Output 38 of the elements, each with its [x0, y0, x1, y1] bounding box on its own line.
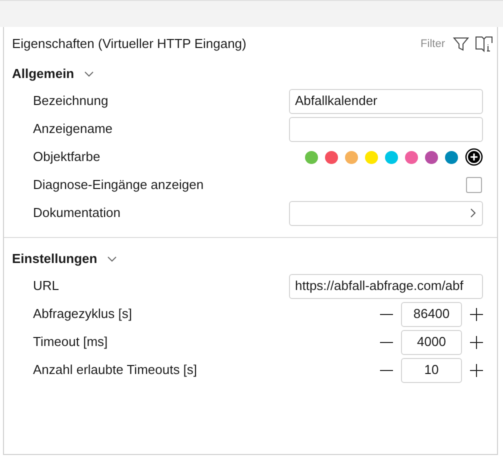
- color-swatch[interactable]: [385, 150, 398, 164]
- checkbox[interactable]: [466, 177, 482, 193]
- number-field[interactable]: 10: [401, 358, 462, 382]
- property-label: Timeout [ms]: [33, 333, 109, 352]
- filter-icon[interactable]: [453, 36, 469, 52]
- text-field[interactable]: Abfallkalender: [289, 88, 483, 114]
- color-swatch[interactable]: [305, 150, 318, 164]
- text-field[interactable]: [289, 116, 483, 142]
- color-swatch[interactable]: [445, 150, 458, 164]
- property-label: URL: [33, 277, 60, 296]
- property-label: Dokumentation: [33, 204, 122, 222]
- color-swatch[interactable]: [325, 150, 338, 164]
- number-field[interactable]: 86400: [401, 302, 462, 326]
- book-info-icon[interactable]: [475, 35, 493, 53]
- chevron-right-icon: [469, 208, 477, 218]
- property-label: Diagnose-Eingänge anzeigen: [33, 176, 205, 194]
- color-swatch[interactable]: [365, 150, 378, 164]
- number-field[interactable]: 4000: [401, 330, 462, 354]
- plus-icon[interactable]: [470, 364, 483, 376]
- property-label: Anzahl erlaubte Timeouts [s]: [33, 361, 198, 380]
- property-label: Abfragezyklus [s]: [33, 305, 133, 324]
- chevron-icon[interactable]: [84, 69, 94, 79]
- panel-title: Eigenschaften (Virtueller HTTP Eingang): [12, 35, 248, 54]
- color-swatch[interactable]: [405, 150, 418, 164]
- section-title: Allgemein: [12, 65, 74, 84]
- property-label: Bezeichnung: [33, 92, 110, 110]
- link-field[interactable]: [289, 200, 483, 226]
- text-field[interactable]: https://abfall-abfrage.com/abf: [289, 274, 483, 298]
- color-swatch[interactable]: [345, 150, 358, 164]
- filter-label: Filter: [420, 36, 445, 52]
- color-swatch[interactable]: [425, 150, 438, 164]
- plus-icon[interactable]: [470, 336, 483, 348]
- section-title: Einstellungen: [12, 250, 98, 268]
- property-label: Objektfarbe: [33, 148, 102, 166]
- property-label: Anzeigename: [33, 120, 114, 138]
- add-color-icon[interactable]: [465, 148, 483, 166]
- plus-icon[interactable]: [470, 308, 483, 320]
- chevron-icon[interactable]: [107, 254, 118, 264]
